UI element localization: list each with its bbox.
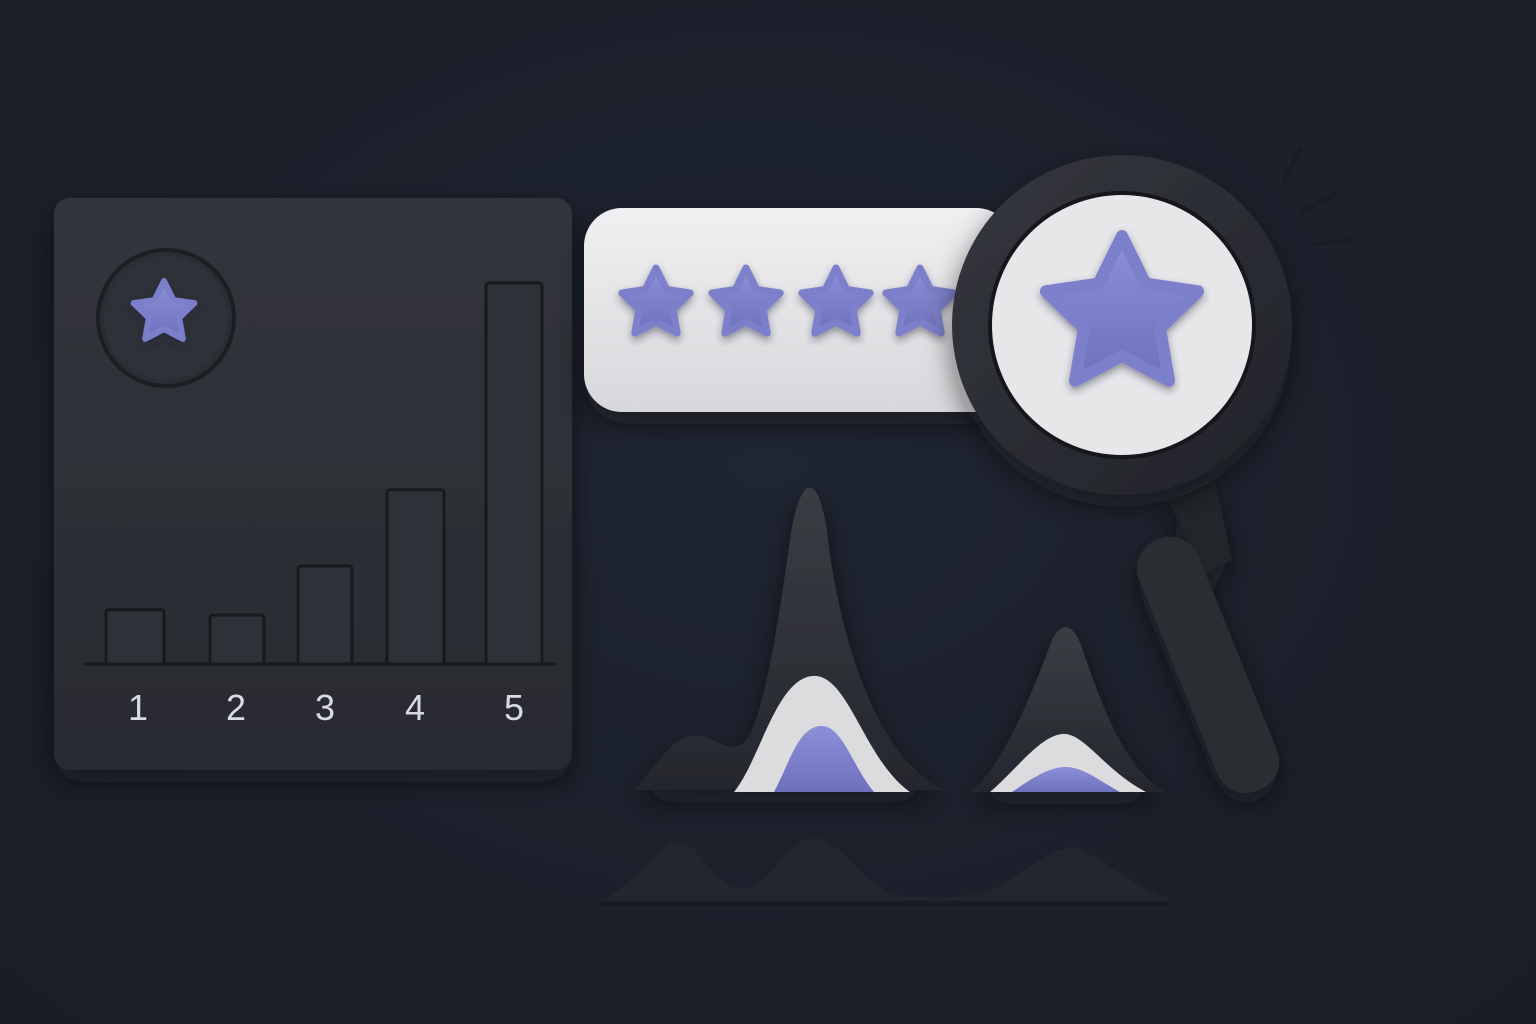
magnifying-glass-icon: [952, 148, 1352, 794]
bar-1: [104, 608, 166, 666]
tick-label-1: 1: [128, 687, 148, 728]
illustration-stage: 1 2 3 4 5: [0, 0, 1536, 1024]
tick-label-2: 2: [226, 687, 246, 728]
density-peaks: [600, 487, 1172, 906]
reflection-shadow: [600, 902, 1172, 906]
bar-4: [385, 488, 446, 666]
bar-5: [484, 281, 544, 666]
tick-label-5: 5: [504, 687, 524, 728]
tick-label-3: 3: [315, 687, 335, 728]
magnifier-handle: [1136, 478, 1280, 794]
bar-3: [296, 564, 354, 666]
reflection-peaks: [604, 837, 1170, 900]
bar-2: [208, 613, 266, 666]
rating-analysis-illustration: 1 2 3 4 5: [54, 148, 1352, 906]
card-badge: [96, 248, 236, 388]
tick-label-4: 4: [405, 687, 425, 728]
sparkle-lines: [1282, 148, 1352, 246]
